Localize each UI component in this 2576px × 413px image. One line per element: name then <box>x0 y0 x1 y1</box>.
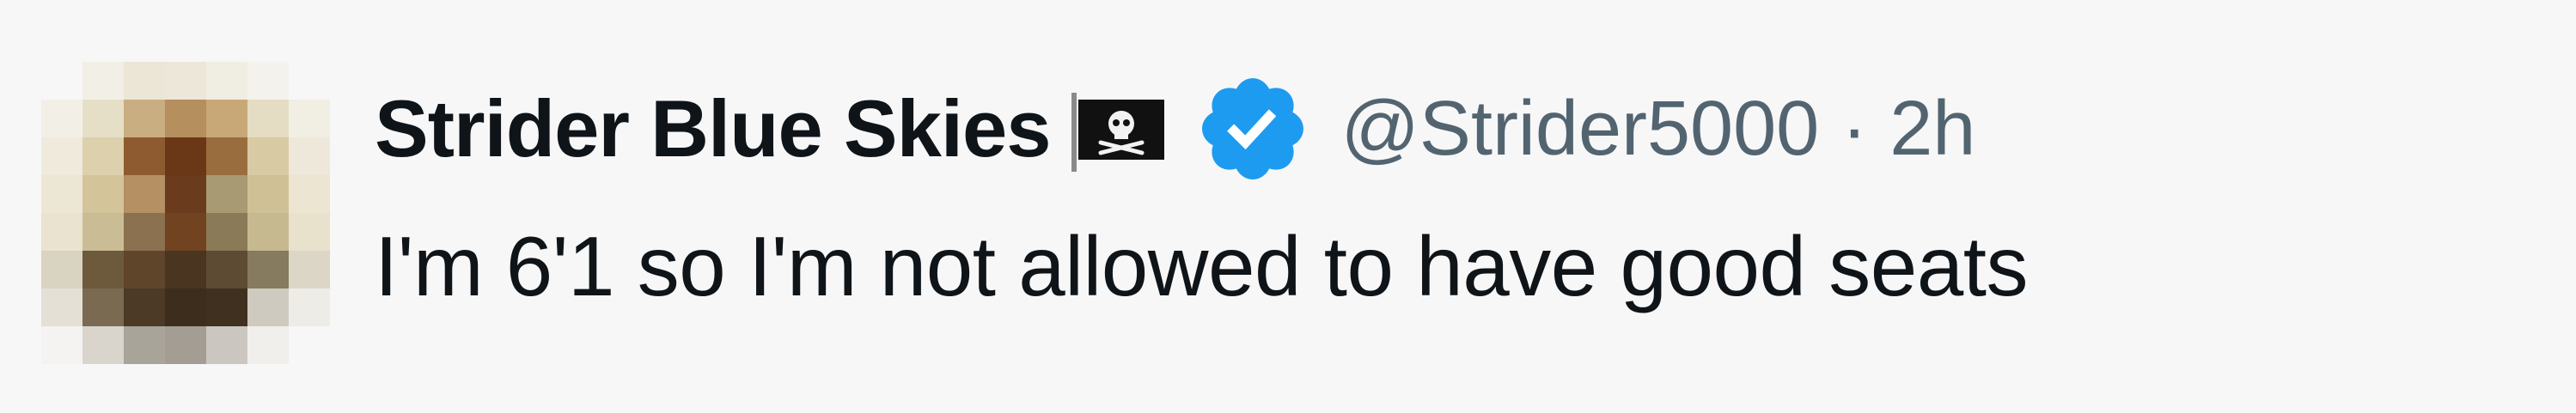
timestamp[interactable]: 2h <box>1889 85 1975 173</box>
separator-dot: · <box>1841 85 1868 172</box>
tweet[interactable]: Strider Blue Skies @Strider5000 · 2h I'm… <box>0 0 2576 413</box>
handle[interactable]: @Strider5000 <box>1341 85 1820 173</box>
pirate-flag-icon <box>1071 93 1168 172</box>
tweet-text: I'm 6'1 so I'm not allowed to have good … <box>375 219 2028 313</box>
tweet-body: Strider Blue Skies @Strider5000 · 2h I'm… <box>375 77 2540 315</box>
avatar[interactable] <box>41 62 330 364</box>
display-name[interactable]: Strider Blue Skies <box>375 82 1052 175</box>
verified-badge-icon[interactable] <box>1193 70 1312 188</box>
tweet-header: Strider Blue Skies @Strider5000 · 2h <box>375 77 2540 180</box>
